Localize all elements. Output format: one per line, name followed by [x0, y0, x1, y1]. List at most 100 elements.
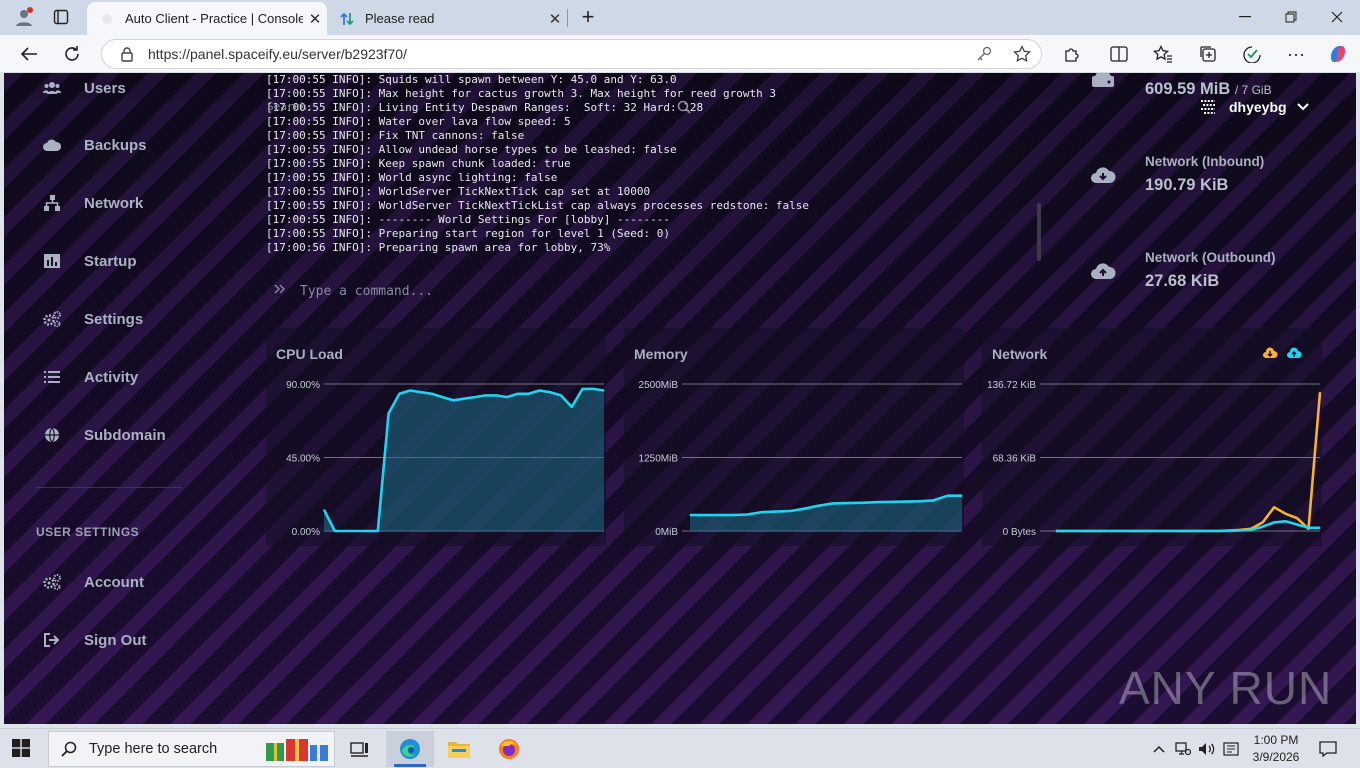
browser-essentials-icon[interactable]	[1239, 43, 1265, 65]
data-point	[1250, 529, 1252, 531]
taskbar-edge-icon[interactable]	[386, 731, 434, 767]
task-view-icon[interactable]	[336, 731, 384, 767]
sidebar-item-account[interactable]: Account	[42, 567, 144, 597]
stat-label: Network (Outbound)	[1145, 250, 1276, 265]
close-window-icon[interactable]	[1325, 6, 1349, 28]
console-line: [17:00:55 INFO]: WorldServer TickNextTic…	[266, 185, 651, 198]
series-area	[324, 388, 604, 531]
tab-console[interactable]: Auto Client - Practice | Console ✕	[87, 2, 327, 35]
split-screen-icon[interactable]	[1106, 43, 1132, 65]
profile-avatar-icon[interactable]	[12, 6, 36, 28]
data-point	[398, 393, 400, 395]
taskbar-clock[interactable]: 1:00 PM 3/9/2026	[1243, 732, 1309, 766]
sidebar-item-label: Account	[84, 573, 144, 591]
command-input[interactable]: Type a command...	[266, 276, 433, 306]
command-placeholder: Type a command...	[300, 283, 434, 299]
console-line: [17:00:55 INFO]: Preparing start region …	[266, 227, 670, 240]
console-scrollbar[interactable]	[1037, 203, 1041, 261]
windows-start-icon[interactable]	[12, 739, 30, 762]
data-point	[581, 388, 584, 390]
url-bar[interactable]: https://panel.spaceify.eu/server/b2923f7…	[101, 39, 1042, 69]
input-language-icon[interactable]	[1222, 737, 1240, 761]
password-key-icon[interactable]	[965, 46, 1003, 62]
data-point	[323, 509, 325, 511]
console-output[interactable]: [17:00:55 INFO]: Squids will spawn betwe…	[266, 73, 1036, 261]
favorites-icon[interactable]	[1150, 43, 1176, 65]
y-tick-label: 0.00%	[292, 527, 320, 538]
copilot-icon[interactable]	[1325, 43, 1351, 65]
more-menu-icon[interactable]: ···	[1283, 43, 1309, 65]
close-tab-icon[interactable]: ✕	[543, 10, 567, 28]
series-line	[1056, 520, 1320, 533]
console-line: [17:00:55 INFO]: World async lighting: f…	[266, 171, 558, 184]
tab-separator	[567, 9, 568, 27]
y-tick-label: 45.00%	[286, 454, 320, 465]
user-settings-heading: USER SETTINGS	[36, 525, 140, 539]
sidebar-item-sign-out[interactable]: Sign Out	[42, 625, 147, 655]
notification-center-icon[interactable]	[1318, 737, 1338, 761]
data-point	[528, 393, 530, 395]
sidebar-item-users[interactable]: Users	[42, 73, 126, 103]
url-text[interactable]: https://panel.spaceify.eu/server/b2923f7…	[148, 46, 965, 62]
sidebar-item-subdomain[interactable]: Subdomain	[42, 420, 166, 450]
tab-please-read[interactable]: Please read ✕	[327, 2, 567, 35]
y-tick-label: 68.36 KiB	[993, 454, 1037, 465]
volume-icon[interactable]	[1197, 737, 1217, 761]
cogs-icon	[42, 574, 62, 590]
data-point	[1262, 521, 1264, 523]
lock-icon[interactable]	[112, 46, 142, 62]
cpu-chart: 90.00% 45.00% 0.00%	[286, 380, 605, 538]
data-point	[803, 508, 806, 510]
chart-icon	[42, 253, 62, 269]
console-line: [17:00:55 INFO]: Water over lava flow sp…	[266, 115, 571, 128]
windows-taskbar: Type here to search 1:00 PM 3/9/2026	[0, 728, 1360, 768]
search-icon[interactable]	[677, 100, 691, 119]
chevron-right-icon	[274, 283, 288, 299]
data-point	[538, 389, 540, 392]
restore-icon[interactable]	[1279, 6, 1303, 28]
reload-icon[interactable]	[57, 41, 87, 67]
data-point	[932, 499, 934, 501]
y-tick-label: 2500MiB	[639, 380, 679, 391]
sidebar-item-startup[interactable]: Startup	[42, 246, 137, 276]
data-point	[420, 391, 422, 393]
sidebar-item-settings[interactable]: Settings	[42, 304, 143, 334]
sidebar-item-label: Sign Out	[84, 631, 147, 649]
data-point	[689, 514, 691, 516]
taskbar-firefox-icon[interactable]	[485, 731, 533, 767]
new-tab-icon[interactable]: +	[576, 4, 600, 29]
sidebar-item-backups[interactable]: Backups	[42, 130, 147, 160]
network-tray-icon[interactable]	[1174, 737, 1192, 761]
sidebar-item-network[interactable]: Network	[42, 188, 143, 218]
taskbar-file-explorer-icon[interactable]	[435, 731, 483, 767]
sidebar-item-label: Activity	[84, 368, 139, 386]
back-arrow-icon[interactable]	[14, 41, 44, 67]
extensions-icon[interactable]	[1059, 43, 1085, 65]
data-point	[571, 406, 573, 408]
cloud-upload-icon	[1090, 260, 1116, 282]
tab-actions-icon[interactable]	[50, 6, 72, 28]
sidebar-item-label: Settings	[84, 310, 144, 328]
console-line: [17:00:55 INFO]: Fix TNT cannons: false	[266, 129, 525, 142]
show-hidden-icons-chevron-up-icon[interactable]	[1150, 737, 1168, 761]
taskbar-search-box[interactable]: Type here to search	[48, 731, 335, 767]
data-point	[1135, 530, 1137, 532]
gift-boxes-icon	[264, 735, 330, 763]
minimize-icon[interactable]	[1233, 6, 1257, 28]
data-point	[1319, 527, 1321, 529]
console-search-input[interactable]: Search...	[267, 100, 327, 113]
close-tab-icon[interactable]: ✕	[303, 10, 327, 28]
favorite-star-icon[interactable]	[1003, 45, 1041, 63]
data-point	[1089, 530, 1091, 532]
data-point	[549, 391, 551, 393]
console-line: [17:00:55 INFO]: -------- World Settings…	[266, 213, 670, 226]
collections-icon[interactable]	[1195, 43, 1221, 65]
stat-label: Network (Inbound)	[1145, 154, 1265, 169]
data-point	[366, 530, 368, 532]
list-icon	[42, 369, 62, 385]
data-point	[818, 505, 820, 507]
sidebar-item-activity[interactable]: Activity	[42, 362, 138, 392]
data-point	[1262, 526, 1264, 528]
data-point	[1307, 527, 1310, 529]
sidebar-item-label: Startup	[84, 252, 137, 270]
